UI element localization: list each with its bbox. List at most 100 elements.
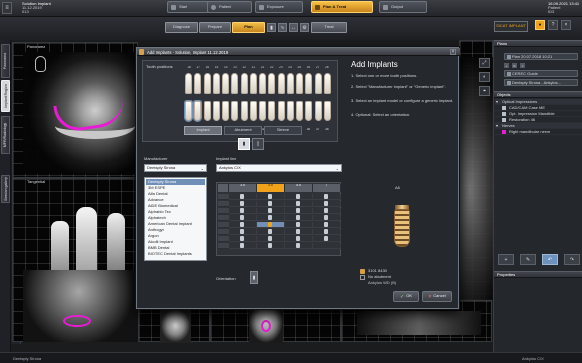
implant-size-cell[interactable]	[229, 222, 257, 228]
implant-size-cell[interactable]	[229, 215, 257, 221]
help-icon[interactable]: ?	[548, 20, 558, 30]
implant-size-cell[interactable]	[285, 243, 313, 249]
nav-step-output[interactable]: Output	[379, 1, 427, 13]
implant-size-cell[interactable]	[229, 194, 257, 200]
orientation-implant-icon[interactable]: ▮	[250, 271, 258, 284]
upper-tooth[interactable]	[314, 73, 322, 94]
upper-tooth[interactable]	[286, 73, 294, 94]
undo-icon[interactable]: ↶	[542, 254, 558, 265]
diameter-header-cell[interactable]: 3.5	[229, 184, 257, 192]
diameter-header-cell[interactable]: 4.5	[257, 184, 285, 192]
implant-size-cell[interactable]	[285, 229, 313, 235]
substep-diagnose[interactable]: Diagnose	[165, 22, 198, 33]
app-menu-button[interactable]: ≡	[2, 2, 12, 14]
manufacturer-implant-icon[interactable]: ▮	[238, 138, 250, 150]
implant-size-cell[interactable]	[257, 201, 285, 207]
implant-size-cell[interactable]	[257, 236, 285, 242]
dialog-close-icon[interactable]: ×	[450, 49, 456, 55]
object-item[interactable]: Right mandibular nerve	[495, 129, 582, 135]
new-plan-icon[interactable]: +	[504, 63, 509, 68]
upper-tooth[interactable]	[259, 73, 267, 94]
manufacturer-list[interactable]: Dentsply Sirona 3M ESPE Alfa Dental Advance…	[144, 177, 207, 261]
implant-size-cell[interactable]	[313, 229, 341, 235]
implant-size-cell[interactable]	[313, 208, 341, 214]
lower-tooth[interactable]	[194, 101, 202, 121]
implant-line-select[interactable]: Ankylos C/X ⌄	[216, 164, 342, 172]
lower-tooth[interactable]	[314, 101, 322, 121]
implant-size-cell[interactable]	[257, 229, 285, 235]
implant-size-cell[interactable]	[229, 229, 257, 235]
upper-tooth[interactable]	[212, 73, 220, 94]
upper-tooth[interactable]	[305, 73, 313, 94]
guide-select[interactable]: CEREC Guide	[504, 70, 578, 77]
implant-size-cell[interactable]	[313, 236, 341, 242]
upper-tooth[interactable]	[194, 73, 202, 94]
implant-size-cell[interactable]	[285, 236, 313, 242]
lower-tooth-number[interactable]: 37	[314, 128, 322, 133]
plan-select[interactable]: Plan 20.07.2018 10:21	[504, 53, 578, 60]
manufacturer-list-item[interactable]: BIOTEC Dental Implants	[146, 251, 205, 257]
implant-size-cell[interactable]	[313, 215, 341, 221]
lower-tooth-number[interactable]: 38	[323, 128, 331, 133]
implant-size-cell[interactable]	[257, 194, 285, 200]
ok-button[interactable]: ✓ OK	[393, 291, 419, 302]
implant-size-cell[interactable]	[285, 201, 313, 207]
viewer-side-icon-3[interactable]: ⌖	[479, 86, 490, 96]
implant-size-cell[interactable]	[257, 222, 285, 228]
implant-size-cell[interactable]	[257, 215, 285, 221]
substep-treat[interactable]: Treat	[311, 22, 347, 33]
generic-implant-icon[interactable]: ▯	[252, 138, 264, 150]
settings-tool-icon[interactable]: ⚙	[300, 23, 309, 32]
lower-tooth[interactable]	[240, 101, 248, 121]
tab-implant-region[interactable]: Implant Region	[1, 80, 10, 112]
lower-tooth-number[interactable]: 36	[304, 128, 312, 133]
implant-size-cell[interactable]	[229, 201, 257, 207]
lower-tooth[interactable]	[249, 101, 257, 121]
lower-tooth[interactable]	[259, 101, 267, 121]
upper-tooth[interactable]	[231, 73, 239, 94]
close-icon[interactable]: ×	[561, 20, 571, 30]
viewer-side-icon-2[interactable]: ◐	[479, 72, 490, 82]
upper-tooth[interactable]	[296, 73, 304, 94]
viewer-side-icon-1[interactable]: ⤢	[479, 58, 490, 68]
implant-size-cell[interactable]	[285, 194, 313, 200]
upper-tooth[interactable]	[323, 73, 331, 94]
redo-icon[interactable]: ↷	[564, 254, 580, 265]
measure-tool-icon[interactable]: ↔	[289, 23, 298, 32]
objects-tree[interactable]: ▾ Optical Impressions CAD/CAM Case ME Opt…	[495, 99, 582, 165]
tab-sleeve[interactable]: Sleeve	[264, 126, 302, 135]
lower-tooth[interactable]	[222, 101, 230, 121]
upper-tooth[interactable]	[185, 73, 192, 94]
tab-panorama[interactable]: Panorama	[1, 44, 10, 78]
upper-tooth[interactable]	[277, 73, 285, 94]
diameter-header-cell[interactable]: 5.5	[285, 184, 313, 192]
copy-plan-icon[interactable]: ⧉	[512, 63, 517, 68]
lower-tooth[interactable]	[203, 101, 211, 121]
lower-tooth[interactable]	[212, 101, 220, 121]
implant-size-cell[interactable]	[313, 194, 341, 200]
cancel-button[interactable]: × Cancel	[422, 291, 452, 302]
lower-tooth[interactable]	[185, 101, 192, 121]
nerve-tool-icon[interactable]: ∿	[278, 23, 287, 32]
upper-tooth[interactable]	[203, 73, 211, 94]
nav-step-plan-treat[interactable]: Plan & Treat	[311, 1, 373, 13]
implant-size-cell[interactable]	[285, 222, 313, 228]
implant-tool-icon[interactable]: ▮	[267, 23, 276, 32]
lower-tooth[interactable]	[305, 101, 313, 121]
lower-tooth[interactable]	[231, 101, 239, 121]
lower-tooth[interactable]	[277, 101, 285, 121]
lower-tooth[interactable]	[296, 101, 304, 121]
implant-size-cell[interactable]	[285, 208, 313, 214]
add-object-icon[interactable]: +	[498, 254, 514, 265]
upper-tooth[interactable]	[240, 73, 248, 94]
3d-viewer[interactable]: ⤢ ◐ ⌖	[432, 40, 495, 300]
nav-step-exposure[interactable]: Exposure	[255, 1, 303, 13]
delete-plan-icon[interactable]: ×	[520, 63, 525, 68]
tab-abutment[interactable]: Abutment	[224, 126, 262, 135]
tangential-viewer[interactable]: Tangential	[12, 178, 139, 342]
implant-size-cell[interactable]	[229, 243, 257, 249]
lower-tooth[interactable]	[286, 101, 294, 121]
implant-size-grid[interactable]: 3.5 4.5 5.5 7	[216, 182, 341, 256]
upper-tooth[interactable]	[222, 73, 230, 94]
tab-implant[interactable]: Implant	[184, 126, 222, 135]
